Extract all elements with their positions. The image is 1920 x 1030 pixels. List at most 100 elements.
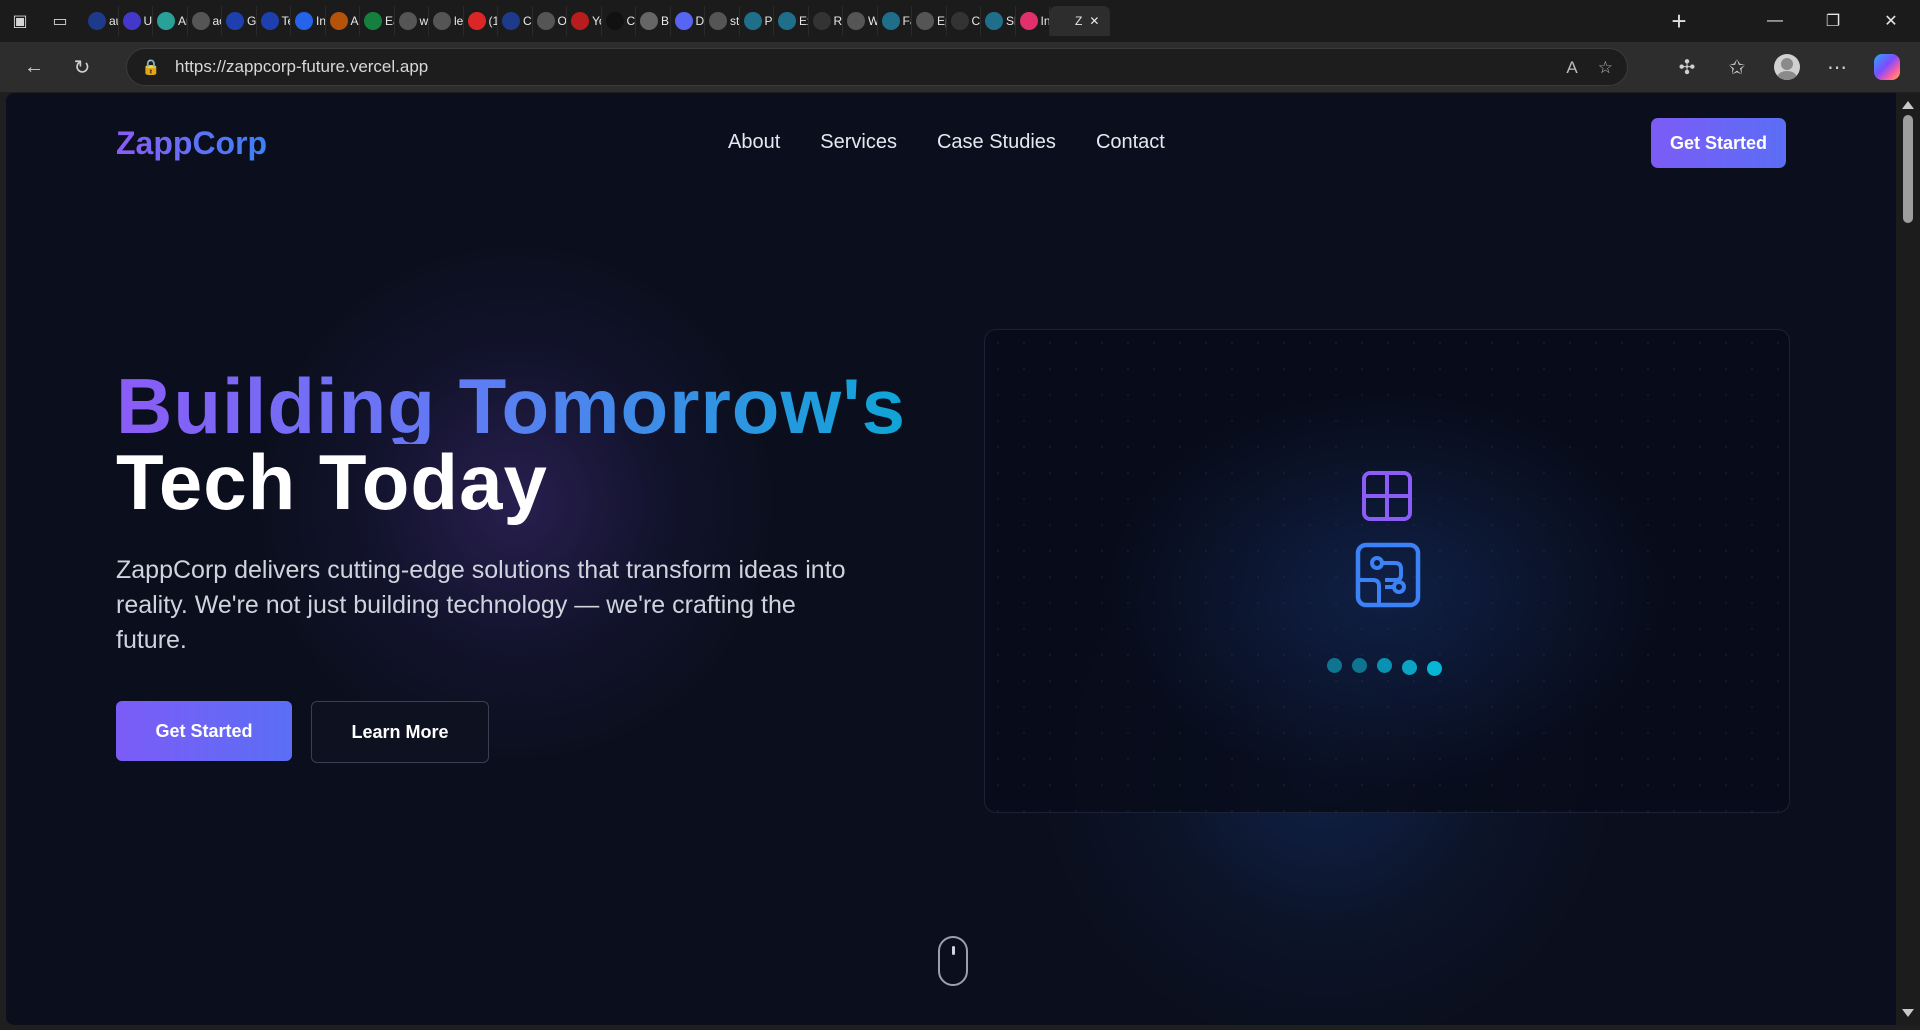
browser-tab[interactable]: w [395, 6, 429, 36]
favorites-icon[interactable]: ✩ [1714, 47, 1760, 87]
read-aloud-icon[interactable]: A [1566, 58, 1577, 78]
tab-favicon-icon [812, 12, 831, 30]
browser-tab[interactable]: G [222, 6, 257, 36]
browser-tab[interactable]: D [671, 6, 705, 36]
refresh-button[interactable]: ↻ [58, 47, 106, 87]
browser-tab[interactable]: Ui [119, 6, 153, 36]
tab-favicon-icon [88, 12, 106, 30]
browser-tab[interactable]: Ep [912, 6, 947, 36]
nav-link-about[interactable]: About [728, 131, 780, 154]
hero-title: Building Tomorrow's Tech Today [116, 367, 906, 521]
tab-title: st [730, 14, 740, 28]
lock-icon[interactable]: 🔒 [127, 58, 175, 76]
profile-button[interactable] [1764, 47, 1810, 87]
browser-tab[interactable]: B [636, 6, 671, 36]
browser-tab[interactable]: Sl [981, 6, 1016, 36]
tab-title: D [695, 14, 705, 28]
browser-tab[interactable]: Pa [740, 6, 774, 36]
browser-tab[interactable]: Re [809, 6, 843, 36]
address-bar[interactable]: 🔒 https://zappcorp-future.vercel.app A ☆ [126, 48, 1628, 86]
browser-tab[interactable]: W [843, 6, 878, 36]
tab-title: In [1040, 14, 1050, 28]
hero-learn-more-button[interactable]: Learn More [311, 701, 489, 763]
tab-favicon-icon [226, 12, 244, 30]
tab-title: W [868, 14, 877, 28]
url-text[interactable]: https://zappcorp-future.vercel.app [175, 57, 428, 77]
nav-get-started-button[interactable]: Get Started [1651, 118, 1786, 168]
browser-tab[interactable]: (1 [464, 6, 498, 36]
tab-favicon-icon [502, 12, 520, 30]
back-button[interactable]: ← [10, 47, 58, 87]
workspaces-icon[interactable]: ▣ [0, 0, 40, 42]
tab-title: C( [523, 14, 532, 28]
browser-tab[interactable]: C( [498, 6, 533, 36]
tab-favicon-icon [467, 12, 486, 30]
browser-tab[interactable]: ac [188, 6, 222, 36]
browser-tab[interactable]: Yo [567, 6, 602, 36]
new-tab-button[interactable]: + [1659, 0, 1699, 42]
tab-title: Ea [385, 14, 394, 28]
browser-tabstrip: ▣ ▭ au Ui An ac G Te In A Ea w le (1 C(O Yo C(B Dst Pa Ex… [0, 0, 1920, 42]
scroll-up-arrow-icon[interactable] [1902, 101, 1914, 109]
browser-tab[interactable]: An [153, 6, 188, 36]
tab-favicon-icon [709, 12, 727, 30]
page-scrollbar[interactable] [1896, 93, 1920, 1025]
nav-link-services[interactable]: Services [820, 131, 897, 154]
browser-tab[interactable]: le [429, 6, 464, 36]
browser-tab[interactable]: Fa [878, 6, 912, 36]
tab-favicon-icon [398, 12, 417, 30]
loading-dot [1377, 658, 1392, 673]
hero-get-started-button[interactable]: Get Started [116, 701, 292, 761]
tab-title: Pa [764, 14, 774, 28]
tab-title: w [419, 14, 429, 28]
browser-tab[interactable]: C( [602, 6, 636, 36]
browser-tab[interactable]: In [291, 6, 326, 36]
favorite-star-icon[interactable]: ☆ [1598, 58, 1613, 78]
loading-dots [1327, 658, 1442, 676]
scroll-indicator-mouse-icon[interactable] [938, 936, 968, 986]
tab-title: O [557, 14, 567, 28]
tab-favicon-icon [260, 12, 279, 30]
tab-title: Ui [143, 14, 153, 28]
more-menu-icon[interactable]: ⋯ [1814, 47, 1860, 87]
browser-tab[interactable]: In [1016, 6, 1050, 36]
tab-actions-icon[interactable]: ▭ [40, 0, 80, 42]
close-window-button[interactable]: ✕ [1862, 0, 1920, 42]
restore-button[interactable]: ❐ [1804, 0, 1862, 42]
minimize-button[interactable]: — [1746, 0, 1804, 42]
browser-tab[interactable]: Te [257, 6, 291, 36]
browser-tab[interactable]: Z ✕ [1050, 6, 1110, 36]
tab-favicon-icon [157, 12, 175, 30]
tab-title: In [316, 14, 326, 28]
extensions-icon[interactable]: ✣ [1664, 47, 1710, 87]
browser-tab[interactable]: st [705, 6, 740, 36]
tab-favicon-icon [295, 12, 313, 30]
nav-link-case-studies[interactable]: Case Studies [937, 131, 1056, 154]
tab-title: An [178, 14, 187, 28]
browser-tab[interactable]: au [84, 6, 119, 36]
browser-tab[interactable]: C( [947, 6, 981, 36]
scrollbar-thumb[interactable] [1903, 115, 1913, 223]
tab-favicon-icon [778, 12, 796, 30]
copilot-button[interactable] [1864, 47, 1910, 87]
close-tab-icon[interactable]: ✕ [1089, 14, 1099, 28]
tab-title: ac [212, 14, 222, 28]
browser-tab[interactable]: Ea [360, 6, 395, 36]
tab-title: Re [833, 14, 843, 28]
tab-favicon-icon [881, 12, 900, 30]
site-logo[interactable]: ZappCorp [116, 125, 267, 162]
loading-dot [1427, 661, 1442, 676]
tab-favicon-icon [950, 12, 969, 30]
scroll-down-arrow-icon[interactable] [1902, 1009, 1914, 1017]
tab-favicon-icon [847, 12, 865, 30]
tab-title: Sl [1006, 14, 1015, 28]
browser-tab[interactable]: A [326, 6, 360, 36]
tab-favicon-icon [743, 12, 762, 30]
browser-tab[interactable]: Ex [774, 6, 809, 36]
tab-title: Fa [902, 14, 912, 28]
tab-title: au [109, 14, 118, 28]
tab-favicon-icon [674, 12, 693, 30]
browser-tab[interactable]: O [533, 6, 567, 36]
nav-link-contact[interactable]: Contact [1096, 131, 1165, 154]
tab-title: Te [281, 14, 291, 28]
